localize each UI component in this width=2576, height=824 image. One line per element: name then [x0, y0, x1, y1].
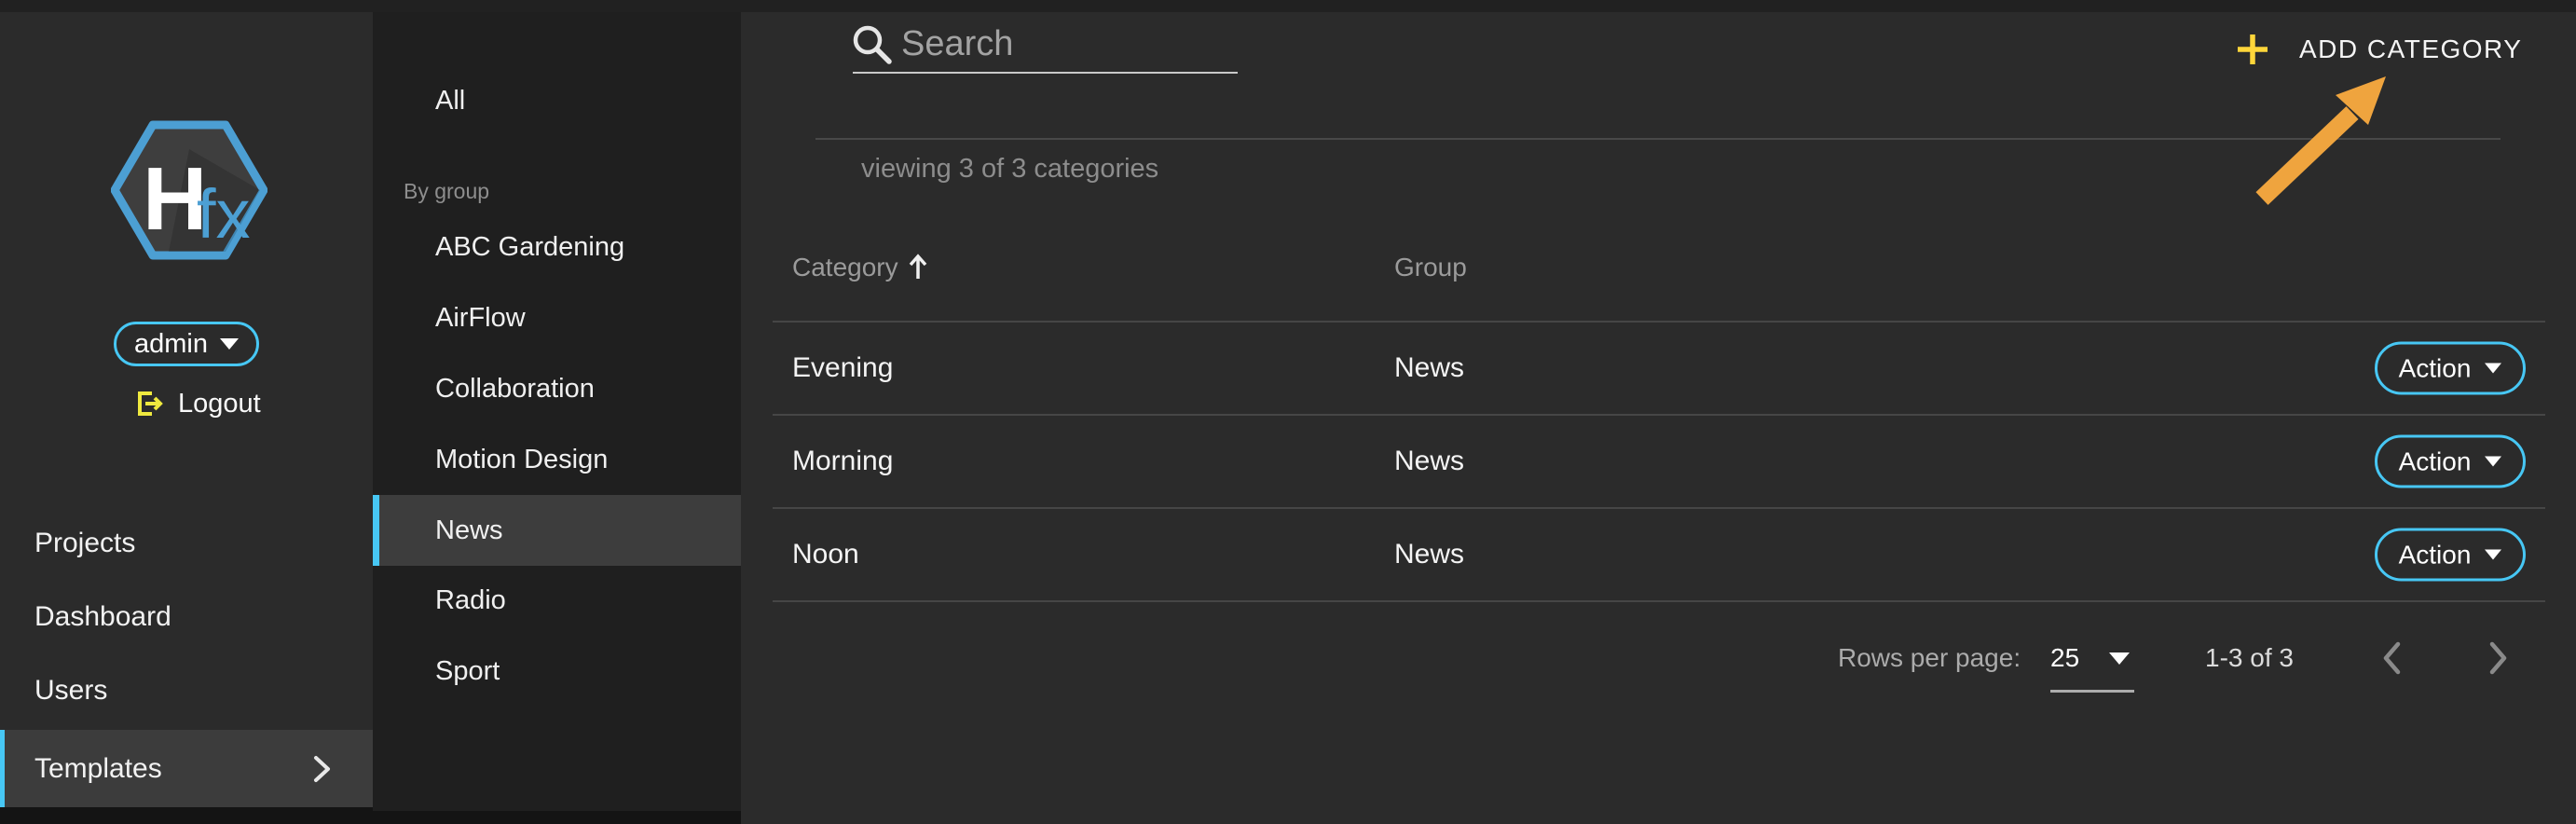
group-cell: News — [1394, 446, 1464, 477]
chevron-right-icon — [312, 753, 333, 785]
group-item-label: News — [435, 515, 503, 546]
group-item-all[interactable]: All — [373, 65, 741, 136]
sidebar-item-label: Dashboard — [34, 601, 171, 633]
sort-arrow-up-icon — [908, 253, 928, 282]
search-underline — [853, 72, 1238, 74]
caret-down-icon — [220, 338, 239, 350]
group-item-abc-gardening[interactable]: ABC Gardening — [373, 212, 741, 282]
viewing-summary: viewing 3 of 3 categories — [861, 154, 1158, 185]
sidebar-item-label: Projects — [34, 528, 135, 559]
action-button-label: Action — [2399, 353, 2472, 383]
table-row: Evening News Action — [773, 323, 2545, 416]
group-item-label: ABC Gardening — [435, 232, 624, 263]
group-item-label: Sport — [435, 656, 500, 687]
logout-button[interactable]: Logout — [132, 383, 261, 424]
app-sidebar: H fx admin Logout Projects Dashboard Use… — [0, 12, 373, 807]
table-row: Morning News Action — [773, 416, 2545, 509]
chevron-left-icon[interactable] — [2378, 639, 2405, 678]
action-button-label: Action — [2399, 446, 2472, 476]
table-row: Noon News Action — [773, 509, 2545, 602]
search-input[interactable] — [901, 21, 1423, 66]
chevron-right-icon[interactable] — [2486, 639, 2512, 678]
logout-label: Logout — [178, 389, 261, 419]
hexagon-logo-icon: H fx — [111, 119, 267, 261]
annotation-arrow-up-right-icon — [2253, 57, 2402, 215]
action-button-label: Action — [2399, 540, 2472, 570]
app-logo: H fx — [111, 119, 267, 261]
group-item-motion-design[interactable]: Motion Design — [373, 424, 741, 495]
action-button[interactable]: Action — [2375, 529, 2526, 582]
group-item-collaboration[interactable]: Collaboration — [373, 353, 741, 424]
add-category-button[interactable]: ADD CATEGORY — [2230, 20, 2528, 79]
group-item-label: Motion Design — [435, 445, 608, 475]
sidebar-item-projects[interactable]: Projects — [0, 506, 373, 580]
account-menu-button[interactable]: admin — [114, 322, 259, 366]
group-item-radio[interactable]: Radio — [373, 565, 741, 636]
column-header-label: Category — [792, 253, 898, 282]
caret-down-icon — [2485, 364, 2501, 374]
sidebar-item-label: Templates — [34, 753, 162, 785]
group-item-airflow[interactable]: AirFlow — [373, 282, 741, 353]
column-header-group[interactable]: Group — [1394, 253, 1467, 282]
window-top-strip — [0, 0, 2576, 12]
column-header-category[interactable]: Category — [792, 253, 928, 282]
sidebar-item-users[interactable]: Users — [0, 653, 373, 727]
logo-letters-fx: fx — [197, 175, 251, 253]
group-item-label: Radio — [435, 585, 506, 616]
sidebar-item-dashboard[interactable]: Dashboard — [0, 580, 373, 653]
rows-per-page-value: 25 — [2050, 643, 2079, 673]
action-button[interactable]: Action — [2375, 435, 2526, 488]
main-content: ADD CATEGORY viewing 3 of 3 categories C… — [741, 12, 2576, 824]
sidebar-item-templates[interactable]: Templates — [0, 730, 373, 807]
column-header-label: Group — [1394, 253, 1467, 282]
rows-per-page-select[interactable]: 25 — [2050, 642, 2130, 674]
category-cell: Morning — [792, 446, 893, 477]
group-item-label: All — [435, 86, 465, 117]
rows-per-page-underline — [2050, 690, 2134, 693]
toolbar-divider — [815, 138, 2501, 140]
category-cell: Evening — [792, 352, 893, 384]
group-item-label: Collaboration — [435, 374, 595, 405]
by-group-section-label: By group — [404, 176, 489, 206]
groups-sidebar: All By group ABC Gardening AirFlow Colla… — [373, 12, 741, 811]
plus-icon — [2236, 33, 2269, 66]
group-cell: News — [1394, 539, 1464, 570]
add-category-label: ADD CATEGORY — [2299, 34, 2522, 64]
sidebar-item-label: Users — [34, 675, 107, 707]
logout-icon — [132, 388, 164, 419]
category-cell: Noon — [792, 539, 859, 570]
caret-down-icon — [2485, 457, 2501, 467]
caret-down-icon — [2485, 550, 2501, 560]
group-cell: News — [1394, 352, 1464, 384]
group-item-news[interactable]: News — [373, 495, 741, 566]
action-button[interactable]: Action — [2375, 342, 2526, 395]
group-item-sport[interactable]: Sport — [373, 636, 741, 707]
search-icon — [851, 23, 894, 66]
pagination-range: 1-3 of 3 — [2205, 642, 2294, 674]
caret-down-icon — [2109, 652, 2130, 665]
rows-per-page-label: Rows per page: — [1838, 642, 2021, 674]
group-item-label: AirFlow — [435, 303, 526, 334]
account-username: admin — [134, 329, 208, 360]
